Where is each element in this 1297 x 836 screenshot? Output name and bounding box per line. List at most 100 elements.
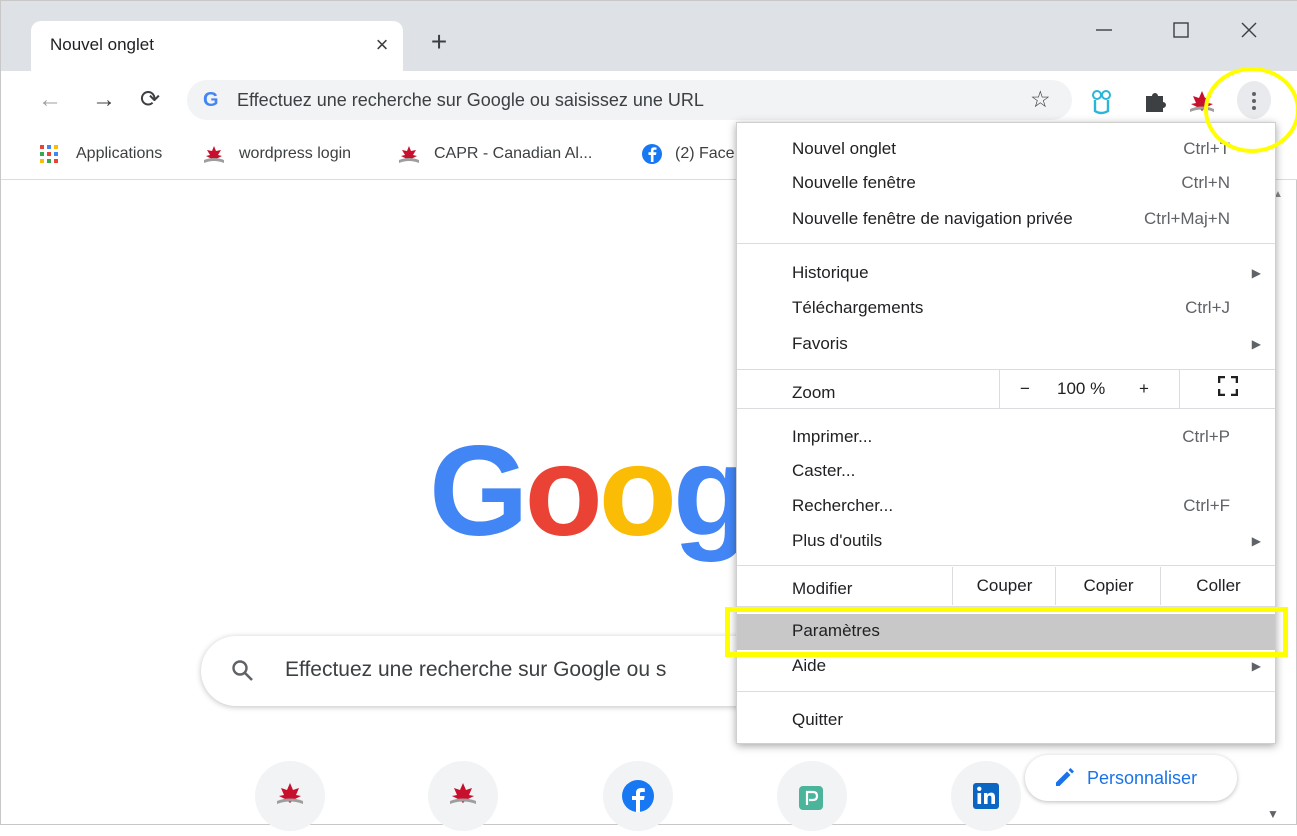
submenu-arrow-icon: ▶ xyxy=(1251,659,1261,673)
maple-leaf-icon xyxy=(204,146,224,163)
menu-item-label: Zoom xyxy=(792,383,836,402)
menu-separator xyxy=(737,691,1275,692)
menu-item-history[interactable]: Historique ▶ xyxy=(737,256,1275,292)
tab-title: Nouvel onglet xyxy=(50,35,154,54)
menu-item-more-tools[interactable]: Plus d'outils ▶ xyxy=(737,524,1275,560)
shortcut-tile[interactable] xyxy=(603,761,673,831)
menu-item-label: Aide xyxy=(792,656,827,675)
submenu-arrow-icon: ▶ xyxy=(1251,534,1261,548)
google-logo-letter: G xyxy=(429,420,529,563)
menu-item-label: Caster... xyxy=(792,461,856,480)
fullscreen-icon xyxy=(1218,376,1238,396)
bookmark-facebook[interactable]: (2) Face xyxy=(641,141,736,167)
menu-item-label: Imprimer... xyxy=(792,427,873,446)
tab-strip: Nouvel onglet × + xyxy=(1,1,1297,71)
back-arrow-icon[interactable]: ← xyxy=(35,85,65,115)
tab-new-tab[interactable]: Nouvel onglet × xyxy=(31,21,403,71)
bookmark-capr[interactable]: CAPR - Canadian Al... xyxy=(398,141,613,167)
google-logo: Goog xyxy=(429,427,751,557)
menu-item-new-window[interactable]: Nouvelle fenêtre Ctrl+N xyxy=(737,166,1275,202)
copy-button[interactable]: Copier xyxy=(1055,567,1161,605)
paste-button[interactable]: Coller xyxy=(1160,567,1276,605)
maple-leaf-icon xyxy=(277,783,303,804)
google-logo-letter: o xyxy=(524,420,603,563)
search-placeholder: Effectuez une recherche sur Google ou s xyxy=(285,658,667,681)
reload-icon[interactable]: ⟳ xyxy=(135,85,165,115)
linkedin-icon xyxy=(973,783,999,809)
menu-item-label: Historique xyxy=(792,263,869,282)
maple-leaf-icon xyxy=(450,783,476,804)
customize-label: Personnaliser xyxy=(1087,768,1198,788)
menu-item-cast[interactable]: Caster... xyxy=(737,454,1275,490)
search-icon xyxy=(232,660,253,681)
zoom-in-button[interactable]: + xyxy=(1139,379,1149,399)
menu-separator xyxy=(737,408,1275,409)
menu-item-new-tab[interactable]: Nouvel onglet Ctrl+T xyxy=(737,132,1275,168)
menu-item-label: Nouvel onglet xyxy=(792,139,896,158)
google-logo-letter: o xyxy=(598,420,677,563)
address-bar[interactable]: G Effectuez une recherche sur Google ou … xyxy=(187,80,1072,120)
shortcut-tile[interactable] xyxy=(255,761,325,831)
menu-item-label: Nouvelle fenêtre xyxy=(792,173,916,192)
menu-item-label: Modifier xyxy=(792,579,853,598)
forward-arrow-icon[interactable]: → xyxy=(89,85,119,115)
menu-item-incognito-window[interactable]: Nouvelle fenêtre de navigation privée Ct… xyxy=(737,202,1275,238)
puzzle-extensions-icon[interactable] xyxy=(1141,87,1171,117)
maximize-button[interactable] xyxy=(1161,13,1201,47)
highlight-rectangle-annotation xyxy=(725,607,1288,657)
browser-window: Nouvel onglet × + ← → ⟳ G Effectuez une … xyxy=(0,0,1297,831)
facebook-icon xyxy=(642,144,662,164)
menu-item-shortcut: Ctrl+P xyxy=(1182,427,1230,446)
bookmark-wordpress-login[interactable]: wordpress login xyxy=(203,141,378,167)
menu-item-label: Quitter xyxy=(792,710,844,729)
new-tab-button[interactable]: + xyxy=(425,28,453,57)
window-close-icon xyxy=(1241,22,1257,38)
menu-item-label: Rechercher... xyxy=(792,496,894,515)
menu-item-print[interactable]: Imprimer... Ctrl+P xyxy=(737,420,1275,456)
menu-item-shortcut: Ctrl+N xyxy=(1181,173,1230,192)
shortcut-tile[interactable] xyxy=(777,761,847,831)
bookmark-applications[interactable]: Applications xyxy=(39,141,179,167)
menu-item-downloads[interactable]: Téléchargements Ctrl+J xyxy=(737,291,1275,327)
zoom-level-value: 100 % xyxy=(1057,379,1106,398)
menu-item-shortcut: Ctrl+F xyxy=(1183,496,1230,515)
facebook-icon xyxy=(622,780,654,812)
bookmark-star-icon[interactable]: ☆ xyxy=(1030,86,1051,113)
minimize-button[interactable] xyxy=(1084,13,1124,47)
menu-item-shortcut: Ctrl+Maj+N xyxy=(1144,209,1230,228)
cut-button[interactable]: Couper xyxy=(952,567,1056,605)
menu-item-shortcut: Ctrl+J xyxy=(1185,298,1230,317)
shortcut-tile[interactable] xyxy=(428,761,498,831)
submenu-arrow-icon: ▶ xyxy=(1251,266,1261,280)
bookmark-label: (2) Face xyxy=(675,145,735,162)
menu-item-label: Nouvelle fenêtre de navigation privée xyxy=(792,209,1073,228)
minimize-icon xyxy=(1096,29,1112,31)
menu-item-label: Favoris xyxy=(792,334,848,353)
menu-item-find[interactable]: Rechercher... Ctrl+F xyxy=(737,489,1275,525)
menu-item-bookmarks[interactable]: Favoris ▶ xyxy=(737,327,1275,363)
pencil-icon xyxy=(1056,768,1074,786)
maple-leaf-icon xyxy=(399,146,419,163)
customize-button[interactable]: Personnaliser xyxy=(1025,755,1237,801)
close-icon[interactable]: × xyxy=(369,31,395,59)
address-bar-placeholder: Effectuez une recherche sur Google ou sa… xyxy=(237,90,704,110)
apps-grid-icon xyxy=(40,145,58,163)
p-app-icon xyxy=(799,786,823,810)
shortcut-tile[interactable] xyxy=(951,761,1021,831)
menu-item-quit[interactable]: Quitter xyxy=(737,703,1275,739)
maximize-icon xyxy=(1173,22,1189,38)
scroll-down-arrow-icon[interactable]: ▼ xyxy=(1267,807,1279,821)
menu-edit-row: Modifier Couper Copier Coller xyxy=(737,566,1275,606)
fullscreen-button[interactable] xyxy=(1179,370,1276,408)
bookmark-label: CAPR - Canadian Al... xyxy=(434,145,593,162)
zoom-out-button[interactable]: − xyxy=(999,370,1050,408)
menu-separator xyxy=(737,243,1275,244)
submenu-arrow-icon: ▶ xyxy=(1251,337,1261,351)
google-g-icon: G xyxy=(203,89,219,111)
window-close-button[interactable] xyxy=(1229,13,1269,47)
menu-item-label: Téléchargements xyxy=(792,298,924,317)
owl-extension-icon[interactable] xyxy=(1087,87,1117,117)
bookmark-label: wordpress login xyxy=(239,145,352,162)
menu-item-label: Plus d'outils xyxy=(792,531,883,550)
bookmark-label: Applications xyxy=(76,145,163,162)
